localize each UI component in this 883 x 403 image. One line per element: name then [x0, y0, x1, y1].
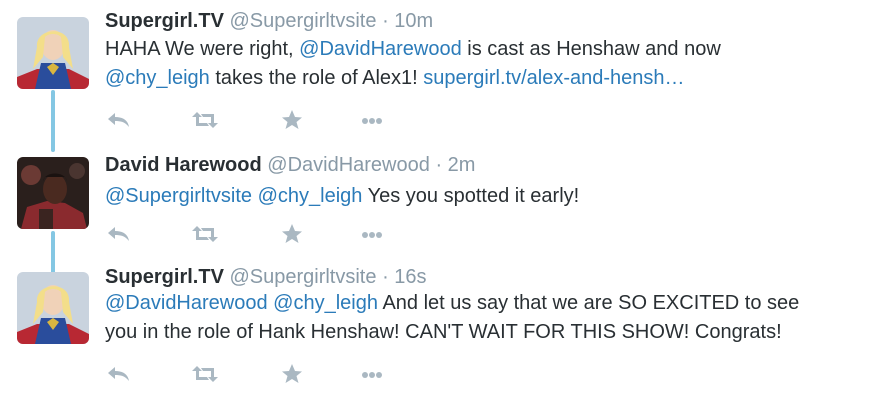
username[interactable]: @Supergirltvsite	[229, 10, 376, 32]
reply-icon	[108, 227, 129, 241]
tweet-header: Supergirl.TV @Supergirltvsite · 10m	[105, 8, 433, 34]
tweet-text: @Supergirltvsite @chy_leigh Yes you spot…	[105, 182, 865, 211]
display-name[interactable]: Supergirl.TV	[105, 10, 224, 32]
display-name[interactable]: Supergirl.TV	[105, 266, 224, 288]
text-segment: is cast as Henshaw and now	[461, 38, 721, 60]
mention-link[interactable]: @DavidHarewood	[299, 38, 462, 60]
favorite-button[interactable]	[277, 222, 307, 246]
display-name[interactable]: David Harewood	[105, 154, 262, 176]
reply-button[interactable]	[105, 222, 135, 246]
tweet-text: HAHA We were right, @DavidHarewood is ca…	[105, 35, 865, 93]
conversation-thread: Supergirl.TV @Supergirltvsite · 10m HAHA…	[0, 0, 883, 403]
reply-button[interactable]	[105, 362, 135, 386]
text-segment: takes the role of Alex1!	[209, 67, 424, 89]
tweet-header: Supergirl.TV @Supergirltvsite · 16s	[105, 264, 427, 290]
reply-icon	[108, 113, 129, 127]
retweet-button[interactable]	[190, 222, 220, 246]
mention-link[interactable]: @chy_leigh	[273, 292, 378, 314]
retweet-icon	[192, 366, 218, 382]
retweet-icon	[192, 112, 218, 128]
tweet-header: David Harewood @DavidHarewood · 2m	[105, 152, 475, 178]
star-icon	[282, 224, 302, 243]
tweet-text: @DavidHarewood @chy_leigh And let us say…	[105, 289, 865, 347]
more-icon	[362, 232, 382, 238]
supergirl-avatar-icon	[17, 17, 89, 89]
reply-button[interactable]	[105, 108, 135, 132]
timestamp[interactable]: 2m	[448, 154, 476, 176]
timestamp[interactable]: 10m	[394, 10, 433, 32]
retweet-button[interactable]	[190, 362, 220, 386]
mention-link[interactable]: @Supergirltvsite	[105, 185, 252, 207]
avatar[interactable]	[17, 157, 89, 229]
separator: ·	[382, 266, 389, 288]
more-button[interactable]	[357, 362, 387, 386]
tweet[interactable]: David Harewood @DavidHarewood · 2m @Supe…	[0, 140, 883, 260]
david-harewood-avatar-icon	[17, 157, 89, 229]
text-segment: you in the role of Hank Henshaw! CAN'T W…	[105, 321, 782, 343]
separator: ·	[435, 154, 443, 176]
mention-link[interactable]: @chy_leigh	[258, 185, 363, 207]
text-segment: HAHA We were right,	[105, 38, 300, 60]
username[interactable]: @DavidHarewood	[267, 154, 430, 176]
username[interactable]: @Supergirltvsite	[229, 266, 376, 288]
separator: ·	[382, 10, 389, 32]
supergirl-avatar-icon	[17, 272, 89, 344]
url-link[interactable]: supergirl.tv/alex-and-hensh…	[423, 67, 684, 89]
text-segment: And let us say that we are SO EXCITED to…	[377, 292, 800, 314]
more-icon	[362, 372, 382, 378]
reply-icon	[108, 367, 129, 381]
favorite-button[interactable]	[277, 108, 307, 132]
more-button[interactable]	[357, 108, 387, 132]
timestamp[interactable]: 16s	[394, 266, 426, 288]
retweet-button[interactable]	[190, 108, 220, 132]
retweet-icon	[192, 226, 218, 242]
avatar[interactable]	[17, 17, 89, 89]
star-icon	[282, 110, 302, 129]
tweet[interactable]: Supergirl.TV @Supergirltvsite · 10m HAHA…	[0, 0, 883, 138]
more-button[interactable]	[357, 222, 387, 246]
tweet[interactable]: Supergirl.TV @Supergirltvsite · 16s @Dav…	[0, 260, 883, 403]
text-segment: Yes you spotted it early!	[362, 185, 580, 207]
star-icon	[282, 364, 302, 383]
avatar[interactable]	[17, 272, 89, 344]
mention-link[interactable]: @DavidHarewood	[105, 292, 268, 314]
mention-link[interactable]: @chy_leigh	[105, 67, 210, 89]
more-icon	[362, 118, 382, 124]
favorite-button[interactable]	[277, 362, 307, 386]
